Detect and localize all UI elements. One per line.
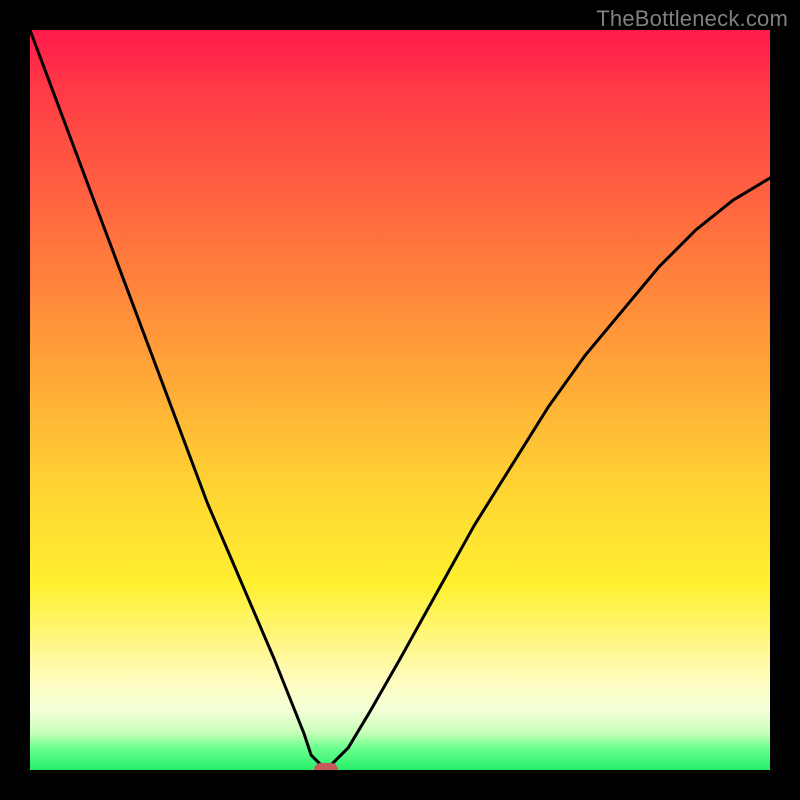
minimum-marker — [314, 763, 338, 770]
watermark-text: TheBottleneck.com — [596, 6, 788, 32]
bottleneck-curve — [30, 30, 770, 770]
chart-frame: TheBottleneck.com — [0, 0, 800, 800]
plot-area — [30, 30, 770, 770]
